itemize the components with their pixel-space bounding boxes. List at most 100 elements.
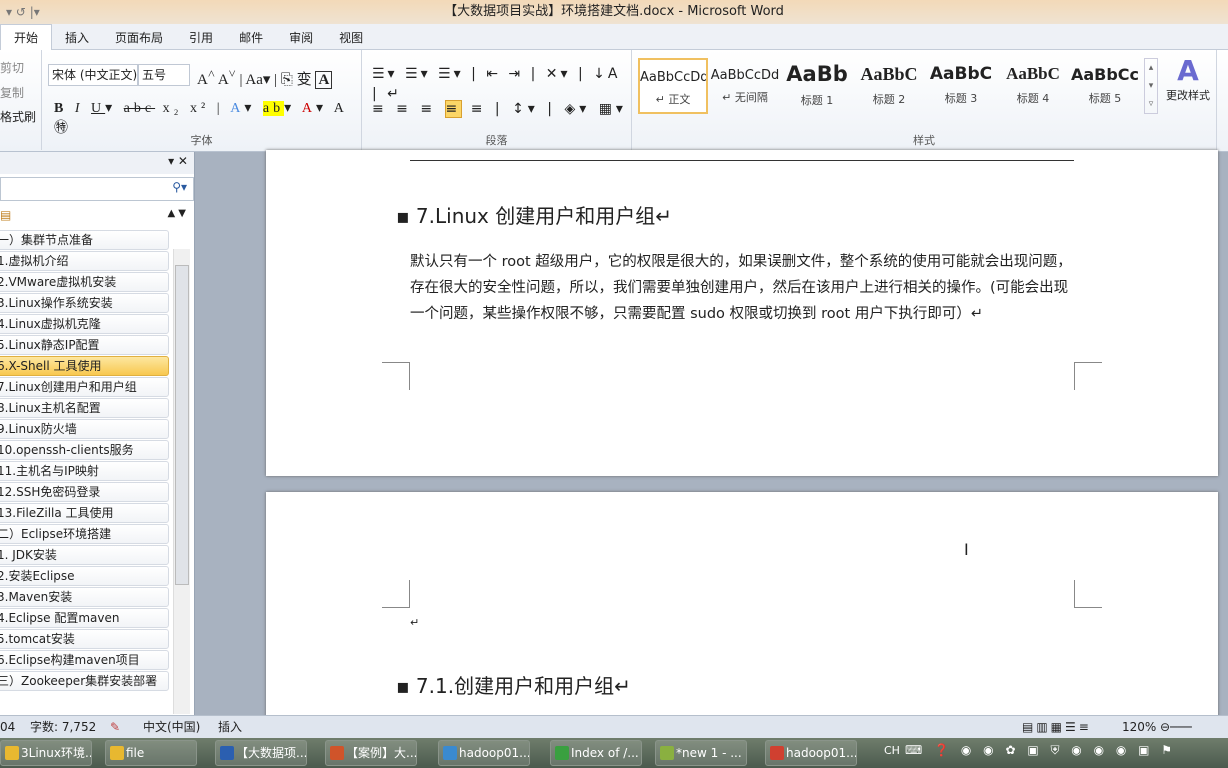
- taskbar-item[interactable]: file: [105, 740, 197, 766]
- tab-mailings[interactable]: 邮件: [226, 25, 276, 51]
- nav-header: ▾ ✕: [0, 152, 194, 174]
- paragraph-group: ☰▾ ☰▾ ☰▾ | ⇤ ⇥ | ✕▾ | ↓A | ↵ ≡ ≡ ≡ ≡ ≡ |…: [362, 50, 632, 150]
- proofing-icon[interactable]: ✎: [110, 716, 120, 738]
- heading-7: ▪ 7.Linux 创建用户和用户组↵: [396, 204, 673, 228]
- taskbar-item[interactable]: hadoop01...: [438, 740, 530, 766]
- nav-item[interactable]: 11.主机名与IP映射: [0, 461, 169, 481]
- align-icons[interactable]: ≡ ≡ ≡ ≡ ≡ | ↕▾ | ◈▾ ▦▾: [372, 99, 627, 119]
- view-buttons[interactable]: ▤▥▦☰≡: [1022, 716, 1092, 738]
- tab-layout[interactable]: 页面布局: [102, 25, 176, 51]
- style-heading-4[interactable]: AaBbC 标题 4: [998, 58, 1068, 114]
- ribbon-tabs: 开始 插入 页面布局 引用 邮件 审阅 视图: [0, 24, 1228, 51]
- close-icon[interactable]: ▾ ✕: [168, 154, 188, 168]
- nav-item[interactable]: 3.Linux操作系统安装: [0, 293, 169, 313]
- nav-item[interactable]: 12.SSH免密码登录: [0, 482, 169, 502]
- app-icon: [5, 746, 19, 760]
- heading-7-1: ▪ 7.1.创建用户和用户组↵: [396, 674, 631, 698]
- word-count[interactable]: 字数: 7,752: [30, 716, 96, 738]
- nav-item[interactable]: 1. JDK安装: [0, 545, 169, 565]
- taskbar-label: 【大数据项...: [236, 746, 307, 760]
- tab-review[interactable]: 审阅: [276, 25, 326, 51]
- nav-item[interactable]: 10.openssh-clients服务: [0, 440, 169, 460]
- document-page-1[interactable]: ▪ 7.Linux 创建用户和用户组↵ 默认只有一个 root 超级用户，它的权…: [266, 150, 1218, 476]
- quick-access-toolbar[interactable]: ▾ ↺ |▾: [6, 0, 40, 24]
- empty-paragraph: ↵: [410, 616, 420, 629]
- nav-item[interactable]: 8.Linux主机名配置: [0, 398, 169, 418]
- app-icon: [110, 746, 124, 760]
- style-heading-5[interactable]: AaBbCc 标题 5: [1070, 58, 1140, 114]
- taskbar-item[interactable]: *new 1 - ...: [655, 740, 747, 766]
- zoom-level[interactable]: 120%: [1122, 716, 1156, 738]
- app-icon: [660, 746, 674, 760]
- tray-language[interactable]: CH: [884, 744, 900, 757]
- page-number[interactable]: 04: [0, 716, 15, 738]
- styles-scroll[interactable]: ▴ ▾ ▿: [1144, 58, 1158, 114]
- font-group: 宋体 (中文正文) 五号 A˄ A˅ | Aa▾ | ⎘ 变 A B I U▾ …: [42, 50, 362, 150]
- app-icon: [220, 746, 234, 760]
- change-styles-button[interactable]: A 更改样式: [1160, 56, 1216, 106]
- nav-search-input[interactable]: ⚲▾: [0, 177, 194, 201]
- nav-item[interactable]: 6.X-Shell 工具使用: [0, 356, 169, 376]
- nav-item[interactable]: 3.Maven安装: [0, 587, 169, 607]
- document-page-2[interactable]: ↵ ▪ 7.1.创建用户和用户组↵ I: [266, 492, 1218, 732]
- taskbar-item[interactable]: hadoop01...: [765, 740, 857, 766]
- nav-item[interactable]: 5.tomcat安装: [0, 629, 169, 649]
- app-icon: [443, 746, 457, 760]
- body-paragraph: 默认只有一个 root 超级用户，它的权限是很大的，如果误删文件，整个系统的使用…: [410, 254, 1072, 322]
- taskbar-label: file: [126, 746, 145, 760]
- styles-group: AaBbCcDd ↵ 正文 AaBbCcDd ↵ 无间隔 AaBb 标题 1 AaBb…: [632, 50, 1217, 150]
- insert-mode[interactable]: 插入: [218, 716, 242, 738]
- nav-item[interactable]: 5.Linux静态IP配置: [0, 335, 169, 355]
- window-title: 【大数据项目实战】环境搭建文档.docx - Microsoft Word: [444, 4, 784, 19]
- taskbar-item[interactable]: Index of /...: [550, 740, 642, 766]
- style-heading-1[interactable]: AaBb 标题 1: [782, 58, 852, 114]
- taskbar-item[interactable]: 3Linux环境...: [0, 740, 92, 766]
- crop-mark: [382, 362, 410, 390]
- nav-item[interactable]: 二）Eclipse环境搭建: [0, 524, 169, 544]
- taskbar-item[interactable]: 【大数据项...: [215, 740, 307, 766]
- nav-item[interactable]: 一）集群节点准备: [0, 230, 169, 250]
- text-cursor-icon: I: [964, 540, 969, 559]
- nav-item[interactable]: 13.FileZilla 工具使用: [0, 503, 169, 523]
- tab-references[interactable]: 引用: [176, 25, 226, 51]
- nav-item[interactable]: 7.Linux创建用户和用户组: [0, 377, 169, 397]
- format-painter-button[interactable]: 格式刷: [0, 107, 36, 127]
- cut-button[interactable]: 剪切: [0, 58, 24, 78]
- nav-scrollbar[interactable]: [173, 249, 190, 714]
- list-icons[interactable]: ☰▾ ☰▾ ☰▾ | ⇤ ⇥ | ✕▾ | ↓A | ↵: [372, 64, 631, 104]
- nav-item[interactable]: 2.安装Eclipse: [0, 566, 169, 586]
- tab-insert[interactable]: 插入: [52, 25, 102, 51]
- style-no-spacing[interactable]: AaBbCcDd ↵ 无间隔: [710, 58, 780, 114]
- tab-view[interactable]: 视图: [326, 25, 376, 51]
- zoom-slider[interactable]: ⊖───: [1160, 716, 1192, 738]
- style-heading-2[interactable]: AaBbC 标题 2: [854, 58, 924, 114]
- font-group-label: 字体: [190, 134, 213, 147]
- font-name-select[interactable]: 宋体 (中文正文): [48, 64, 138, 86]
- tray-icons[interactable]: ⌨ ❓ ◉ ◉ ✿ ▣ ⛨ ◉ ◉ ◉ ▣ ⚑: [905, 743, 1176, 758]
- app-icon: [330, 746, 344, 760]
- paragraph-group-label: 段落: [485, 134, 508, 147]
- nav-item[interactable]: 6.Eclipse构建maven项目: [0, 650, 169, 670]
- headings-view-icon[interactable]: ▤: [0, 208, 11, 222]
- nav-toolbar: ▤ ▲ ▼: [0, 204, 194, 230]
- nav-item[interactable]: 4.Linux虚拟机克隆: [0, 314, 169, 334]
- clipboard-group: 剪切 复制 格式刷: [0, 50, 42, 150]
- scroll-thumb[interactable]: [175, 265, 189, 585]
- search-icon[interactable]: ⚲▾: [172, 180, 187, 194]
- language[interactable]: 中文(中国): [143, 716, 200, 738]
- style-normal[interactable]: AaBbCcDd ↵ 正文: [638, 58, 708, 114]
- nav-item[interactable]: 1.虚拟机介绍: [0, 251, 169, 271]
- taskbar-label: hadoop01...: [459, 746, 530, 760]
- copy-button[interactable]: 复制: [0, 83, 24, 103]
- nav-item[interactable]: 4.Eclipse 配置maven: [0, 608, 169, 628]
- tab-home[interactable]: 开始: [0, 24, 53, 51]
- nav-item[interactable]: 2.VMware虚拟机安装: [0, 272, 169, 292]
- taskbar-item[interactable]: 【案例】大...: [325, 740, 417, 766]
- grow-font-icon[interactable]: A˄ A˅ | Aa▾ | ⎘ 变 A: [197, 64, 333, 90]
- nav-item[interactable]: 三）Zookeeper集群安装部署: [0, 671, 169, 691]
- nav-item[interactable]: 9.Linux防火墙: [0, 419, 169, 439]
- style-heading-3[interactable]: AaBbC 标题 3: [926, 58, 996, 114]
- nav-arrows[interactable]: ▲ ▼: [167, 208, 186, 219]
- change-styles-icon: A: [1177, 54, 1199, 87]
- font-size-select[interactable]: 五号: [138, 64, 190, 86]
